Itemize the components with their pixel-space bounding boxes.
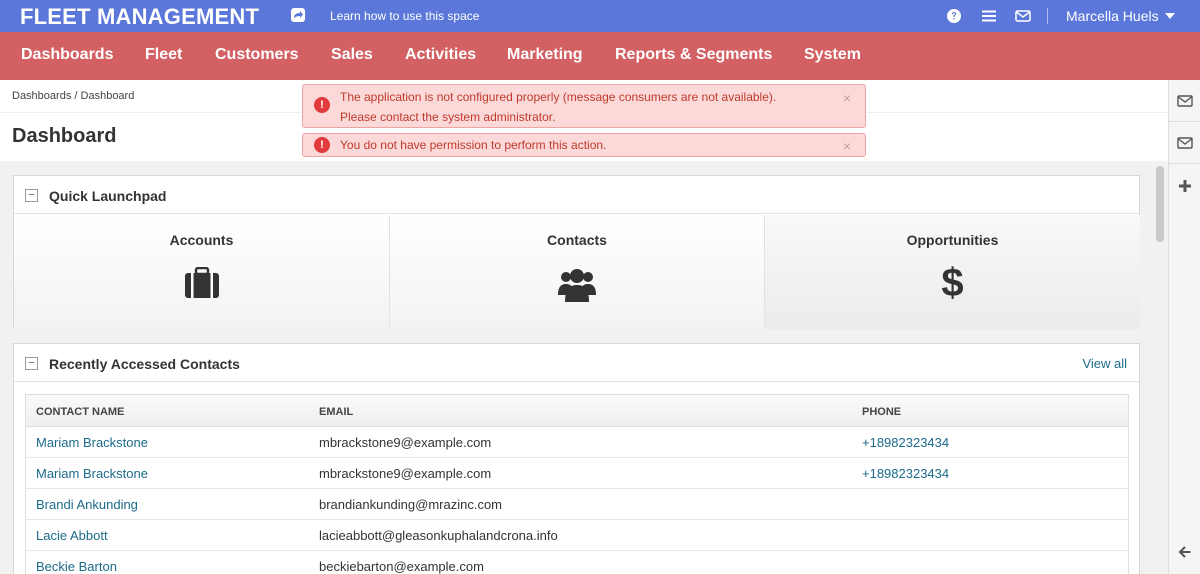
breadcrumb: Dashboards / Dashboard: [12, 90, 134, 102]
contact-email: mbrackstone9@example.com: [319, 435, 492, 450]
top-bar: FLEET MANAGEMENT Learn how to use this s…: [0, 0, 1200, 32]
collapse-sidebar-button[interactable]: [1169, 542, 1200, 562]
sidebar-envelope-button[interactable]: [1169, 80, 1200, 122]
collapse-button[interactable]: −: [25, 357, 38, 370]
nav-item-fleet[interactable]: Fleet: [145, 46, 182, 64]
widget-title: Recently Accessed Contacts: [49, 356, 240, 372]
exclamation-icon: !: [314, 97, 330, 113]
right-sidebar: [1168, 80, 1200, 574]
tile-label: Accounts: [169, 232, 234, 248]
column-header-contact-name[interactable]: CONTACT NAME: [36, 406, 124, 418]
alert-message: You do not have permission to perform th…: [340, 138, 607, 152]
arrow-left-icon: [1178, 546, 1191, 558]
quick-launchpad-widget: − Quick Launchpad Accounts Contacts Oppo…: [13, 175, 1140, 329]
error-alert-permission: ! You do not have permission to perform …: [302, 133, 866, 157]
tile-label: Contacts: [547, 232, 607, 248]
nav-item-dashboards[interactable]: Dashboards: [21, 46, 113, 64]
help-icon[interactable]: [946, 8, 962, 24]
launchpad-tile-opportunities[interactable]: Opportunities $: [765, 215, 1140, 329]
app-brand[interactable]: FLEET MANAGEMENT: [20, 4, 259, 30]
breadcrumb-current: Dashboard: [80, 90, 135, 102]
contact-email: mbrackstone9@example.com: [319, 466, 492, 481]
sidebar-envelope-button-2[interactable]: [1169, 122, 1200, 164]
users-icon: [557, 267, 597, 306]
nav-item-marketing[interactable]: Marketing: [507, 46, 583, 64]
widget-header: − Quick Launchpad: [14, 176, 1139, 214]
alert-line: The application is not configured proper…: [340, 90, 777, 104]
envelope-icon[interactable]: [1015, 8, 1031, 24]
column-header-email[interactable]: EMAIL: [319, 406, 353, 418]
dollar-icon: $: [941, 261, 964, 305]
envelope-icon: [1177, 94, 1193, 107]
page-title: Dashboard: [12, 125, 117, 147]
close-icon[interactable]: ×: [843, 91, 851, 105]
topbar-separator: [1047, 8, 1048, 24]
launchpad-tile-contacts[interactable]: Contacts: [390, 215, 765, 329]
caret-down-icon[interactable]: [1165, 13, 1175, 19]
contact-name-link[interactable]: Brandi Ankunding: [36, 497, 138, 512]
envelope-icon: [1177, 136, 1193, 149]
contact-email: lacieabbott@gleasonkuphalandcrona.info: [319, 528, 558, 543]
error-alert-config: ! The application is not configured prop…: [302, 84, 866, 128]
contact-phone-link[interactable]: +18982323434: [862, 435, 949, 450]
exclamation-icon: !: [314, 137, 330, 153]
tile-label: Opportunities: [906, 232, 999, 248]
learn-link[interactable]: Learn how to use this space: [330, 9, 479, 23]
table-row[interactable]: Beckie Barton beckiebarton@example.com: [26, 551, 1128, 574]
table-header: CONTACT NAME EMAIL PHONE: [26, 395, 1128, 427]
nav-item-reports-segments[interactable]: Reports & Segments: [615, 46, 772, 64]
plus-icon: [1179, 180, 1191, 192]
breadcrumb-root[interactable]: Dashboards: [12, 90, 71, 102]
table-row[interactable]: Mariam Brackstone mbrackstone9@example.c…: [26, 458, 1128, 489]
nav-item-sales[interactable]: Sales: [331, 46, 373, 64]
menu-icon[interactable]: [981, 8, 997, 24]
contact-name-link[interactable]: Beckie Barton: [36, 559, 117, 574]
table-row[interactable]: Lacie Abbott lacieabbott@gleasonkuphalan…: [26, 520, 1128, 551]
column-header-phone[interactable]: PHONE: [862, 406, 901, 418]
contact-phone-link[interactable]: +18982323434: [862, 466, 949, 481]
user-menu[interactable]: Marcella Huels: [1066, 8, 1159, 24]
table-row[interactable]: Brandi Ankunding brandiankunding@mrazinc…: [26, 489, 1128, 520]
widget-title: Quick Launchpad: [49, 188, 167, 204]
alert-message: The application is not configured proper…: [340, 87, 830, 127]
contact-name-link[interactable]: Lacie Abbott: [36, 528, 108, 543]
nav-item-customers[interactable]: Customers: [215, 46, 299, 64]
main-nav: Dashboards Fleet Customers Sales Activit…: [0, 32, 1200, 80]
widget-header: − Recently Accessed Contacts View all: [14, 344, 1139, 382]
close-icon[interactable]: ×: [843, 139, 851, 153]
contact-name-link[interactable]: Mariam Brackstone: [36, 466, 148, 481]
briefcase-icon: [184, 266, 220, 302]
collapse-button[interactable]: −: [25, 189, 38, 202]
contact-email: brandiankunding@mrazinc.com: [319, 497, 503, 512]
contacts-table: CONTACT NAME EMAIL PHONE Mariam Bracksto…: [25, 394, 1129, 574]
table-row[interactable]: Mariam Brackstone mbrackstone9@example.c…: [26, 427, 1128, 458]
add-widget-button[interactable]: [1169, 176, 1200, 196]
alert-line: Please contact the system administrator.: [340, 110, 556, 124]
nav-item-activities[interactable]: Activities: [405, 46, 476, 64]
recent-contacts-widget: − Recently Accessed Contacts View all CO…: [13, 343, 1140, 574]
nav-item-system[interactable]: System: [804, 46, 861, 64]
contact-email: beckiebarton@example.com: [319, 559, 484, 574]
launchpad-tile-accounts[interactable]: Accounts: [14, 215, 390, 329]
scrollbar[interactable]: [1156, 166, 1164, 242]
view-all-link[interactable]: View all: [1082, 356, 1127, 371]
contact-name-link[interactable]: Mariam Brackstone: [36, 435, 148, 450]
share-icon[interactable]: [291, 8, 305, 22]
breadcrumb-separator: /: [74, 90, 78, 102]
